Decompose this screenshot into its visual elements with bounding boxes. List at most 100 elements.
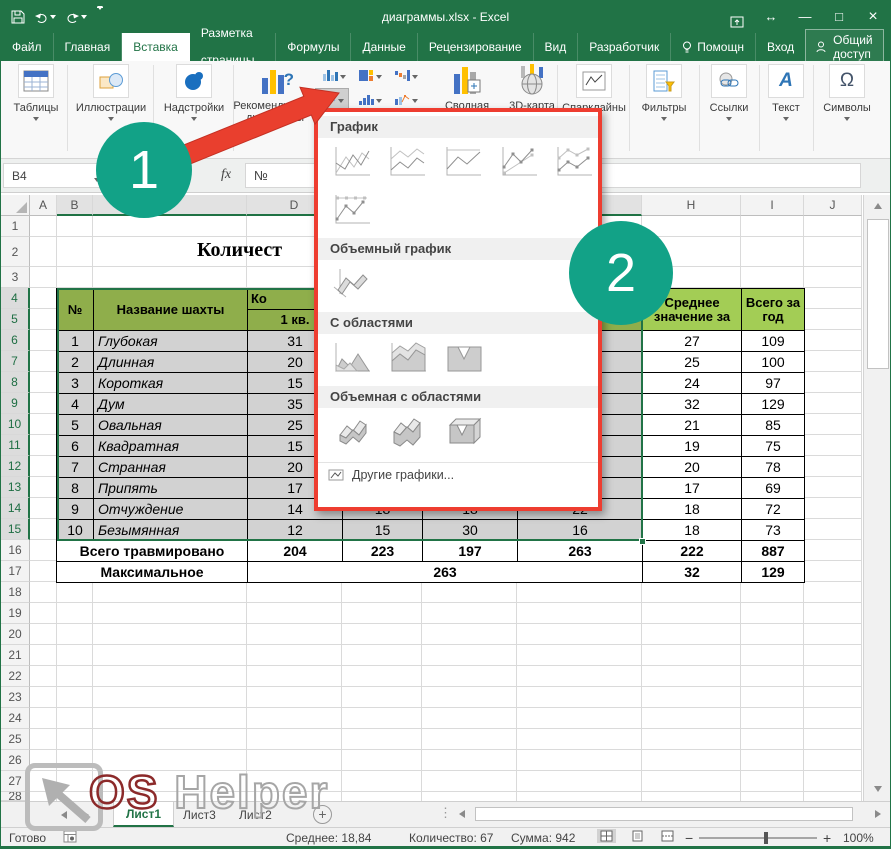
row-header-13[interactable]: 13 (1, 477, 30, 498)
person-icon (816, 41, 827, 53)
row-header-18[interactable]: 18 (1, 582, 30, 603)
column-header-B[interactable]: B (57, 195, 93, 216)
macro-record-icon[interactable] (63, 830, 77, 843)
fill-handle[interactable] (639, 538, 646, 545)
row-header-3[interactable]: 3 (1, 267, 30, 288)
tab-formulas[interactable]: Формулы (276, 33, 351, 61)
row-header-20[interactable]: 20 (1, 624, 30, 645)
row-header-24[interactable]: 24 (1, 708, 30, 729)
column-header-H[interactable]: H (642, 195, 741, 216)
insert-waterfall-chart-button[interactable] (389, 64, 423, 86)
redo-icon[interactable] (66, 12, 87, 23)
more-line-charts-item[interactable]: Другие графики... (318, 462, 598, 482)
tab-page-layout[interactable]: Разметка страницы (190, 33, 276, 61)
tab-review[interactable]: Рецензирование (418, 33, 534, 61)
row-header-17[interactable]: 17 (1, 561, 30, 582)
zoom-level[interactable]: 100% (843, 831, 874, 845)
line-chart-icon[interactable] (328, 141, 376, 183)
links-button[interactable]: Ссылки (703, 64, 755, 121)
insert-hierarchy-chart-button[interactable] (353, 64, 387, 86)
tab-insert[interactable]: Вставка (122, 33, 190, 61)
row-header-7[interactable]: 7 (1, 351, 30, 372)
insert-combo-chart-button[interactable] (389, 88, 423, 110)
tab-view[interactable]: Вид (534, 33, 579, 61)
row-header-25[interactable]: 25 (1, 729, 30, 750)
normal-view-icon[interactable] (597, 829, 616, 843)
cell-num-header[interactable]: № (57, 289, 94, 331)
name-box[interactable]: B4 (3, 163, 107, 188)
row-header-21[interactable]: 21 (1, 645, 30, 666)
page-layout-view-icon[interactable] (631, 830, 644, 842)
hscroll-thumb[interactable] (475, 807, 853, 821)
undo-icon[interactable] (35, 12, 56, 23)
row-header-12[interactable]: 12 (1, 456, 30, 477)
row-header-5[interactable]: 5 (1, 309, 30, 330)
stacked-line-chart-icon[interactable] (384, 141, 432, 183)
dropdown-section-title: График (318, 116, 598, 138)
share-button[interactable]: Общий доступ (805, 29, 884, 65)
zoom-slider[interactable] (699, 837, 817, 839)
row-header-14[interactable]: 14 (1, 498, 30, 519)
filters-button[interactable]: Фильтры (633, 64, 695, 121)
recommended-charts-button[interactable]: ? Рекомендуемые диаграммы (237, 64, 313, 124)
fx-icon[interactable]: fx (221, 167, 231, 183)
tables-button[interactable]: Таблицы (9, 64, 63, 121)
illustrations-button[interactable]: Иллюстрации (71, 64, 151, 121)
text-button[interactable]: A Текст (763, 64, 809, 121)
tab-splitter-icon[interactable]: ⋮ (439, 805, 452, 821)
fit-window-icon[interactable]: ↔ (754, 1, 788, 33)
tab-home[interactable]: Главная (54, 33, 123, 61)
tab-data[interactable]: Данные (351, 33, 417, 61)
row-header-16[interactable]: 16 (1, 540, 30, 561)
zoom-slider-thumb[interactable] (764, 832, 768, 844)
vertical-scrollbar[interactable] (863, 195, 891, 801)
page-break-view-icon[interactable] (661, 830, 674, 842)
addins-button[interactable]: Надстройки (157, 64, 231, 121)
row-header-23[interactable]: 23 (1, 687, 30, 708)
3d-line-chart-icon[interactable] (328, 263, 376, 305)
row-header-22[interactable]: 22 (1, 666, 30, 687)
3d-100-stacked-area-chart-icon[interactable] (440, 411, 488, 453)
row-header-11[interactable]: 11 (1, 435, 30, 456)
stacked-area-chart-icon[interactable] (384, 337, 432, 379)
tab-signin[interactable]: Вход (756, 33, 805, 61)
ribbon-display-options-icon[interactable] (720, 6, 754, 28)
customize-quick-access-icon[interactable] (97, 7, 103, 28)
cell-year-header[interactable]: Всего за год (742, 289, 805, 331)
row-header-10[interactable]: 10 (1, 414, 30, 435)
row-header-8[interactable]: 8 (1, 372, 30, 393)
symbols-button[interactable]: Ω Символы (817, 64, 877, 121)
row-header-19[interactable]: 19 (1, 603, 30, 624)
insert-line-chart-button[interactable] (315, 88, 349, 110)
row-header-6[interactable]: 6 (1, 330, 30, 351)
save-icon[interactable] (11, 10, 25, 24)
zoom-in-icon[interactable]: + (823, 830, 831, 846)
tab-help[interactable]: Помощн (671, 33, 756, 61)
100-stacked-area-chart-icon[interactable] (440, 337, 488, 379)
3d-stacked-area-chart-icon[interactable] (384, 411, 432, 453)
100-stacked-line-chart-icon[interactable] (439, 141, 487, 183)
insert-column-chart-button[interactable] (317, 64, 351, 86)
cell-name-header[interactable]: Название шахты (94, 289, 248, 331)
100-stacked-line-with-markers-chart-icon[interactable] (328, 189, 376, 231)
select-all-corner[interactable] (1, 195, 30, 216)
row-header-1[interactable]: 1 (1, 216, 30, 237)
insert-statistic-chart-button[interactable] (353, 88, 387, 110)
row-header-9[interactable]: 9 (1, 393, 30, 414)
column-header-I[interactable]: I (741, 195, 804, 216)
row-header-2[interactable]: 2 (1, 237, 30, 267)
3d-area-chart-icon[interactable] (328, 411, 376, 453)
hscroll-right-icon[interactable] (869, 805, 887, 823)
line-with-markers-chart-icon[interactable] (495, 141, 543, 183)
column-header-A[interactable]: A (30, 195, 57, 216)
column-header-J[interactable]: J (804, 195, 862, 216)
row-header-4[interactable]: 4 (1, 288, 30, 309)
row-header-15[interactable]: 15 (1, 519, 30, 540)
dropdown-section-title: Объемный график (318, 238, 598, 260)
tab-developer[interactable]: Разработчик (578, 33, 671, 61)
zoom-out-icon[interactable]: − (685, 830, 693, 846)
hscroll-left-icon[interactable] (453, 805, 471, 823)
tab-file[interactable]: Файл (1, 33, 54, 61)
stacked-line-with-markers-chart-icon[interactable] (550, 141, 598, 183)
area-chart-icon[interactable] (328, 337, 376, 379)
